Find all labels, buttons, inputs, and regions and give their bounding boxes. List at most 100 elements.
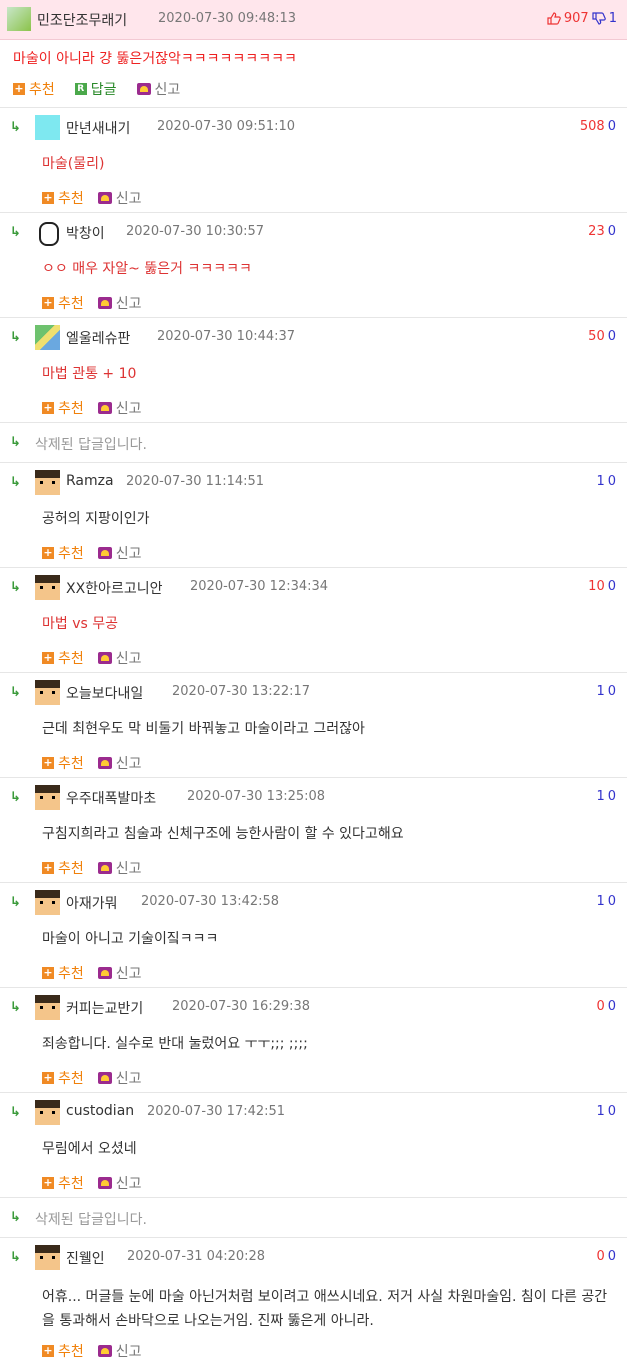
reply-up-count[interactable]: 1 (596, 684, 604, 699)
reply-text: 어휴... 머글들 눈에 마술 아닌거처럼 보이려고 애쓰시네요. 저거 사실 … (42, 1289, 608, 1329)
reply-arrow-icon: ↳ (10, 895, 21, 910)
avatar[interactable] (35, 575, 60, 600)
avatar[interactable] (35, 995, 60, 1020)
reply-down-count[interactable]: 0 (608, 329, 616, 344)
reply-up-count[interactable]: 10 (588, 579, 605, 594)
avatar[interactable] (35, 1100, 60, 1125)
plus-icon: + (42, 966, 54, 979)
main-nick[interactable]: 민조단조무래기 (37, 10, 127, 30)
reply-date: 2020-07-30 13:42:58 (141, 894, 280, 909)
reply-date: 2020-07-30 09:51:10 (157, 119, 296, 134)
reply-button[interactable]: R 답글 (74, 79, 117, 99)
avatar[interactable] (35, 220, 60, 246)
reply-down-count[interactable]: 0 (608, 1104, 616, 1119)
recommend-button[interactable]: + 추천 (42, 753, 84, 773)
reply-down-count[interactable]: 0 (608, 1249, 616, 1264)
recommend-button[interactable]: + 추천 (42, 293, 84, 313)
reply-actions: + 추천 신고 (42, 963, 142, 983)
reply-date: 2020-07-30 12:34:34 (190, 579, 329, 594)
thumb-up-icon[interactable] (547, 12, 561, 25)
reply-item: ↳ 엘울레슈판 2020-07-30 10:44:37 50 0 마법 관통 +… (0, 317, 627, 422)
recommend-button[interactable]: + 추천 (42, 543, 84, 563)
avatar[interactable] (35, 1245, 60, 1270)
report-button[interactable]: 신고 (97, 648, 142, 668)
avatar[interactable] (35, 115, 60, 140)
reply-arrow-icon: ↳ (10, 580, 21, 595)
reply-up-count[interactable]: 0 (596, 999, 604, 1014)
reply-nick[interactable]: 엘울레슈판 (66, 328, 130, 348)
main-comment-header: 민조단조무래기 2020-07-30 09:48:13 907 1 (0, 0, 627, 40)
avatar[interactable] (35, 890, 60, 915)
reply-arrow-icon: ↳ (10, 1105, 21, 1120)
reply-up-count[interactable]: 23 (588, 224, 605, 239)
report-button[interactable]: 신고 (97, 753, 142, 773)
reply-down-count[interactable]: 0 (608, 999, 616, 1014)
avatar[interactable] (7, 7, 31, 31)
avatar[interactable] (35, 325, 60, 350)
recommend-button[interactable]: + 추천 (42, 188, 84, 208)
reply-nick[interactable]: 우주대폭발마초 (66, 788, 156, 808)
report-button[interactable]: 신고 (97, 1341, 142, 1361)
report-button[interactable]: 신고 (97, 858, 142, 878)
thumb-down-icon[interactable] (592, 12, 606, 25)
reply-nick[interactable]: Ramza (66, 473, 114, 489)
reply-text: 근데 최현우도 막 비둘기 바꿔놓고 마술이라고 그러잖아 (42, 721, 365, 737)
recommend-button[interactable]: + 추천 (42, 1341, 84, 1361)
report-button[interactable]: 신고 (97, 1173, 142, 1193)
report-button[interactable]: 신고 (97, 543, 142, 563)
plus-icon: + (42, 1176, 54, 1189)
reply-nick[interactable]: 진웰인 (66, 1248, 105, 1268)
report-label: 신고 (115, 651, 142, 667)
report-label: 신고 (115, 191, 142, 207)
reply-nick[interactable]: 박창이 (66, 223, 105, 243)
reply-up-count[interactable]: 508 (580, 119, 605, 134)
recommend-button[interactable]: + 추천 (42, 648, 84, 668)
reply-up-count[interactable]: 1 (596, 894, 604, 909)
reply-actions: + 추천 신고 (42, 1068, 142, 1088)
recommend-button[interactable]: + 추천 (13, 79, 55, 99)
reply-item: ↳ XX한아르고니안 2020-07-30 12:34:34 10 0 마법 v… (0, 567, 627, 672)
reply-votes: 1 0 (596, 789, 616, 804)
reply-text: 마법 관통 + 10 (42, 366, 137, 382)
avatar[interactable] (35, 470, 60, 495)
reply-down-count[interactable]: 0 (608, 224, 616, 239)
reply-down-count[interactable]: 0 (608, 474, 616, 489)
reply-text: 구침지희라고 침술과 신체구조에 능한사람이 할 수 있다고해요 (42, 826, 404, 842)
reply-down-count[interactable]: 0 (608, 684, 616, 699)
recommend-button[interactable]: + 추천 (42, 963, 84, 983)
recommend-button[interactable]: + 추천 (42, 398, 84, 418)
report-button[interactable]: 신고 (97, 293, 142, 313)
reply-down-count[interactable]: 0 (608, 579, 616, 594)
recommend-label: 추천 (58, 191, 84, 207)
reply-down-count[interactable]: 0 (608, 789, 616, 804)
reply-down-count[interactable]: 0 (608, 119, 616, 134)
reply-item: ↳ Ramza 2020-07-30 11:14:51 1 0 공허의 지팡이인… (0, 462, 627, 567)
report-button[interactable]: 신고 (136, 79, 180, 99)
reply-nick[interactable]: 아재가뭐 (66, 893, 118, 913)
recommend-button[interactable]: + 추천 (42, 1173, 84, 1193)
reply-nick[interactable]: 오늘보다내일 (66, 683, 143, 703)
reply-up-count[interactable]: 1 (596, 1104, 604, 1119)
reply-up-count[interactable]: 1 (596, 789, 604, 804)
reply-actions: + 추천 신고 (42, 858, 142, 878)
reply-nick[interactable]: 커피는교반기 (66, 998, 143, 1018)
recommend-label: 추천 (58, 756, 84, 772)
report-button[interactable]: 신고 (97, 963, 142, 983)
reply-nick[interactable]: 만년새내기 (66, 118, 130, 138)
avatar[interactable] (35, 680, 60, 705)
avatar[interactable] (35, 785, 60, 810)
recommend-button[interactable]: + 추천 (42, 858, 84, 878)
reply-up-count[interactable]: 50 (588, 329, 605, 344)
reply-votes: 1 0 (596, 684, 616, 699)
report-button[interactable]: 신고 (97, 398, 142, 418)
reply-nick[interactable]: custodian (66, 1103, 134, 1119)
reply-down-count[interactable]: 0 (608, 894, 616, 909)
siren-icon (97, 1072, 112, 1084)
report-button[interactable]: 신고 (97, 1068, 142, 1088)
reply-up-count[interactable]: 0 (596, 1249, 604, 1264)
reply-up-count[interactable]: 1 (596, 474, 604, 489)
report-button[interactable]: 신고 (97, 188, 142, 208)
reply-nick[interactable]: XX한아르고니안 (66, 578, 162, 598)
reply-actions: + 추천 신고 (42, 543, 142, 563)
recommend-button[interactable]: + 추천 (42, 1068, 84, 1088)
